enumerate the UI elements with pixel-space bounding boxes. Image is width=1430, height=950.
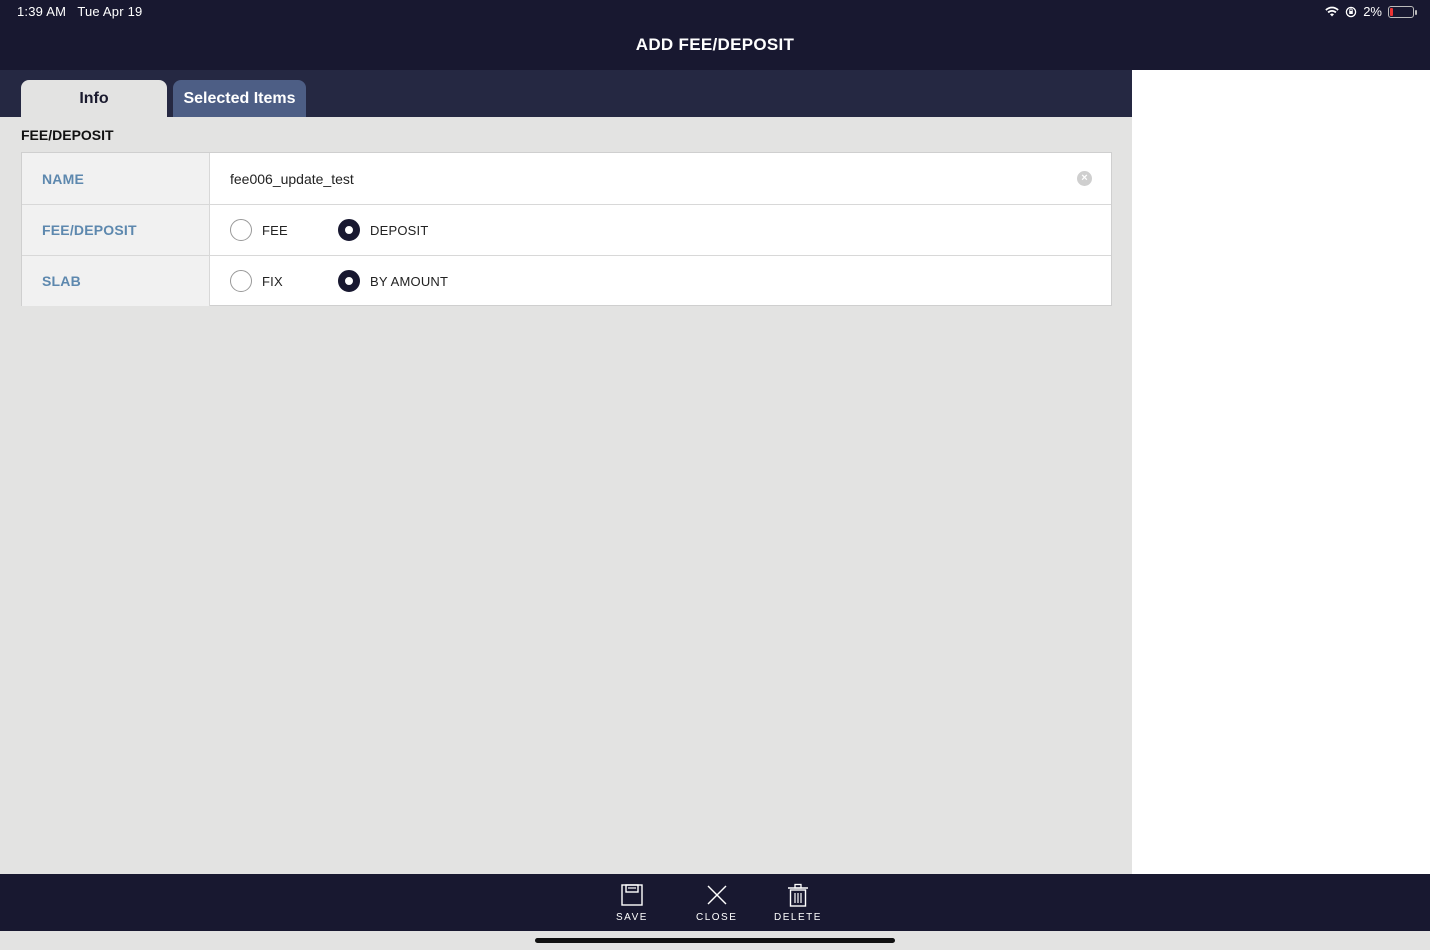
status-date-text: Tue Apr 19	[77, 4, 143, 19]
delete-button[interactable]: DELETE	[774, 882, 822, 923]
status-time: 1:39 AM Tue Apr 19	[17, 4, 142, 19]
delete-label: DELETE	[774, 912, 822, 923]
radio-by-amount-label: BY AMOUNT	[370, 273, 449, 289]
close-label: CLOSE	[696, 912, 738, 923]
name-input[interactable]	[230, 163, 1050, 194]
slab-label: SLAB	[22, 256, 210, 306]
tab-bar: Info Selected Items	[0, 70, 1132, 117]
radio-fee-label: FEE	[262, 222, 288, 238]
clear-icon[interactable]: ×	[1077, 171, 1092, 186]
radio-fix-label: FIX	[262, 273, 283, 289]
radio-by-amount[interactable]	[338, 270, 360, 292]
header: 1:39 AM Tue Apr 19 2% ADD FEE/DEPOSIT	[0, 0, 1430, 70]
tab-info[interactable]: Info	[21, 80, 167, 117]
fee-deposit-label: FEE/DEPOSIT	[22, 205, 210, 255]
status-time-text: 1:39 AM	[17, 4, 67, 19]
radio-fix-group[interactable]: FIX	[230, 270, 283, 292]
save-icon	[621, 884, 643, 906]
tab-selected-items[interactable]: Selected Items	[173, 80, 306, 117]
radio-deposit-group[interactable]: DEPOSIT	[338, 219, 428, 241]
radio-deposit-label: DEPOSIT	[370, 222, 429, 238]
orientation-lock-icon	[1345, 6, 1357, 17]
battery-icon	[1388, 5, 1417, 18]
radio-fee-group[interactable]: FEE	[230, 219, 288, 241]
right-pane	[1132, 70, 1430, 874]
close-icon	[707, 885, 727, 905]
name-label: NAME	[22, 153, 210, 204]
close-button[interactable]: CLOSE	[696, 882, 737, 923]
wifi-icon	[1325, 6, 1339, 17]
status-right: 2%	[1325, 4, 1417, 19]
save-label: SAVE	[616, 912, 648, 923]
slab-value-cell: FIX BY AMOUNT	[210, 256, 1111, 306]
fee-deposit-form: NAME × FEE/DEPOSIT FEE DEPOSIT SLAB	[21, 152, 1112, 306]
radio-by-amount-group[interactable]: BY AMOUNT	[338, 270, 448, 292]
trash-icon	[787, 883, 808, 907]
form-row-slab: SLAB FIX BY AMOUNT	[22, 255, 1111, 306]
form-row-fee-deposit: FEE/DEPOSIT FEE DEPOSIT	[22, 204, 1111, 255]
section-title: FEE/DEPOSIT	[21, 127, 114, 143]
radio-deposit[interactable]	[338, 219, 360, 241]
form-row-name: NAME ×	[22, 153, 1111, 204]
home-indicator[interactable]	[535, 938, 895, 943]
radio-fee[interactable]	[230, 219, 252, 241]
fee-deposit-value-cell: FEE DEPOSIT	[210, 205, 1111, 255]
save-button[interactable]: SAVE	[616, 882, 648, 923]
radio-fix[interactable]	[230, 270, 252, 292]
page-title: ADD FEE/DEPOSIT	[635, 35, 795, 54]
name-value-cell: ×	[210, 153, 1111, 204]
battery-percent: 2%	[1363, 4, 1382, 19]
app-screen: 1:39 AM Tue Apr 19 2% ADD FEE/DEPOSIT In…	[0, 0, 1430, 950]
